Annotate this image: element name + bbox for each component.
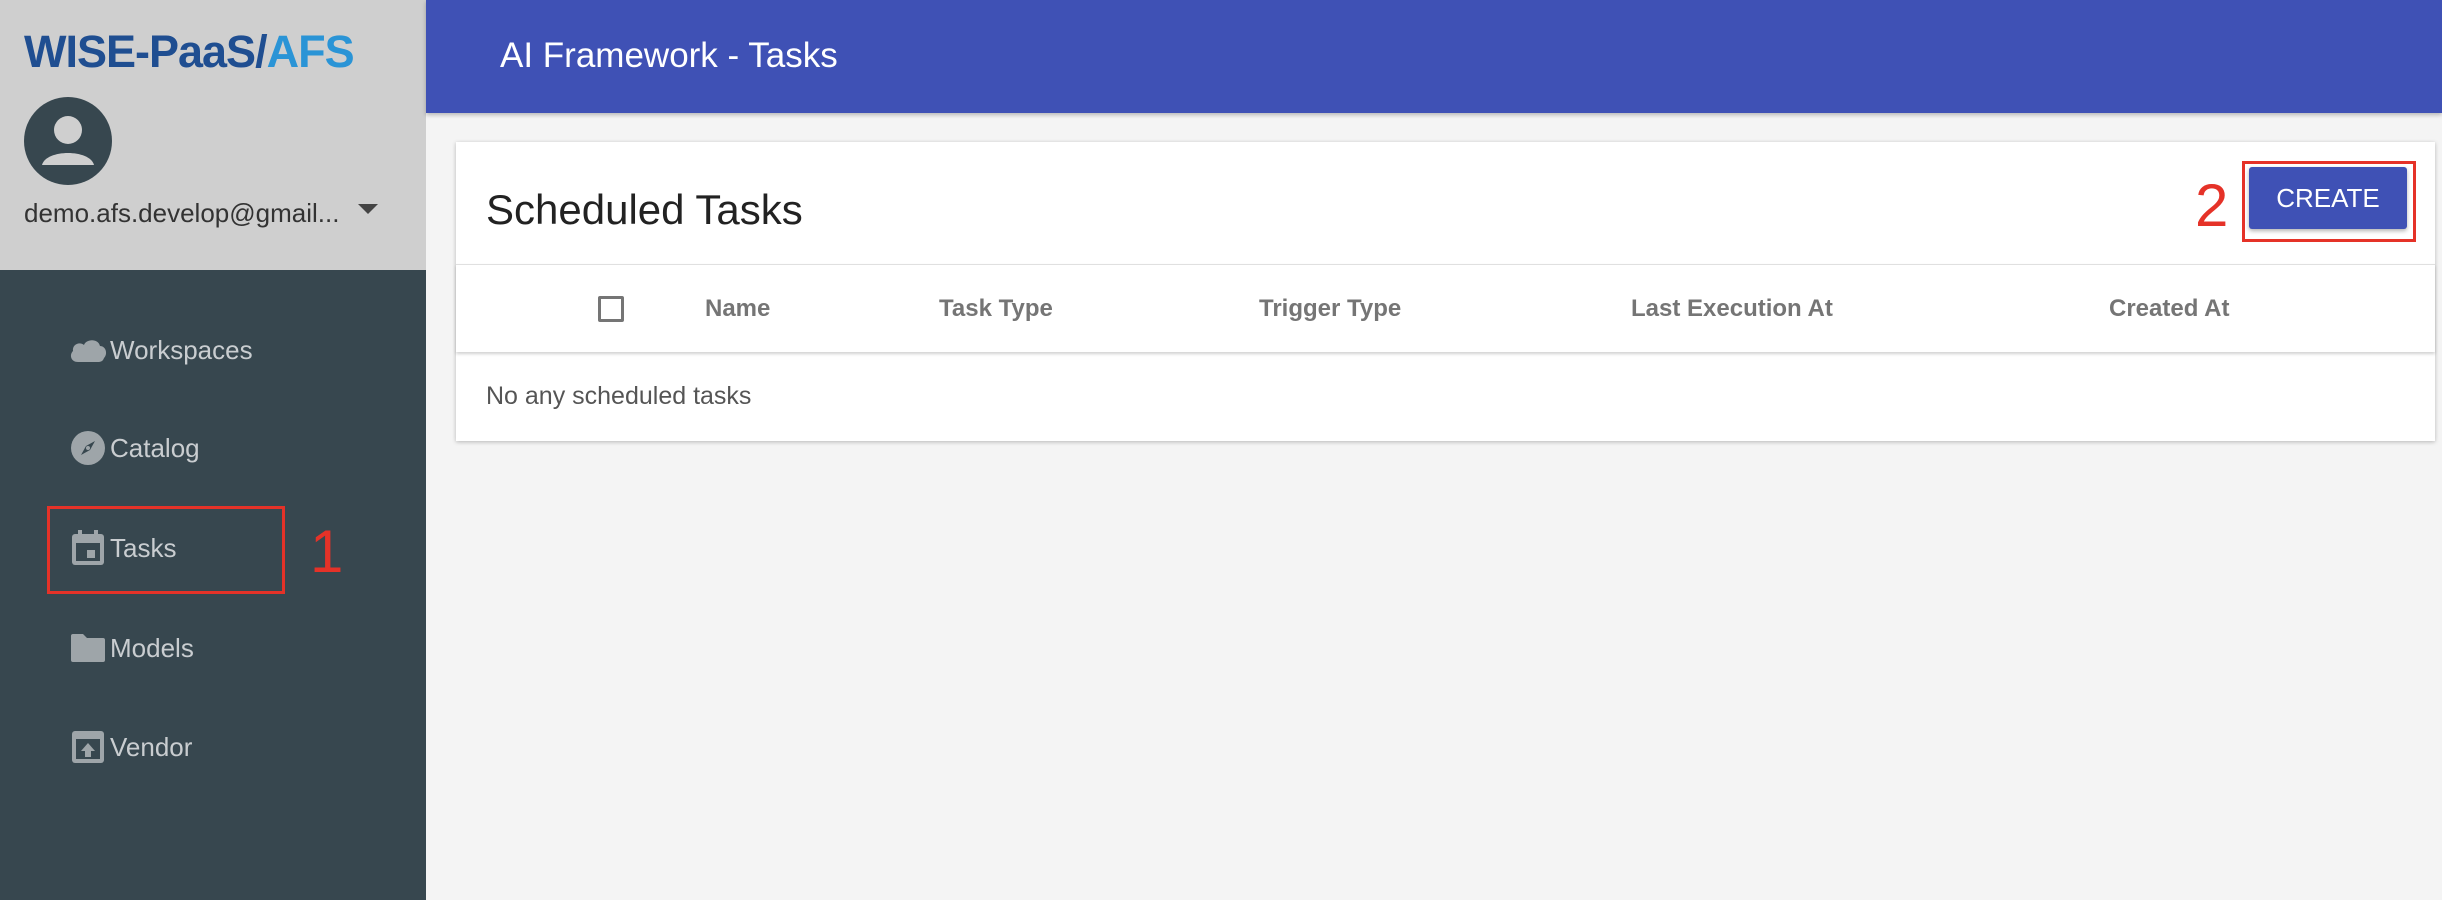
avatar-icon: [24, 97, 112, 185]
column-header-created-at[interactable]: Created At: [2109, 265, 2229, 353]
sidebar-header: WISE-PaaS/AFS demo.afs.develop@gmail...: [0, 0, 426, 270]
chevron-down-icon[interactable]: [358, 204, 378, 214]
sidebar-item-workspaces[interactable]: Workspaces: [68, 320, 253, 380]
select-all-checkbox[interactable]: [598, 296, 624, 322]
folder-icon: [68, 628, 108, 668]
user-email: demo.afs.develop@gmail...: [24, 197, 340, 228]
sidebar-item-label: Models: [110, 632, 194, 663]
brand-logo-primary: WISE-PaaS/: [24, 26, 268, 77]
sidebar-item-label: Catalog: [110, 432, 200, 463]
sidebar-item-models[interactable]: Models: [68, 618, 194, 678]
user-account[interactable]: demo.afs.develop@gmail...: [24, 196, 404, 230]
brand-logo-secondary: AFS: [266, 26, 355, 77]
upload-box-icon: [68, 727, 108, 767]
scheduled-tasks-card: Scheduled Tasks CREATE Name Task Type Tr…: [456, 142, 2435, 441]
column-header-trigger-type[interactable]: Trigger Type: [1259, 265, 1401, 353]
card-title: Scheduled Tasks: [486, 186, 803, 233]
compass-icon: [68, 428, 108, 468]
annotation-box-1: [47, 506, 285, 594]
sidebar: WISE-PaaS/AFS demo.afs.develop@gmail... …: [0, 0, 426, 900]
page-title: AI Framework - Tasks: [500, 36, 838, 75]
column-header-last-execution-at[interactable]: Last Execution At: [1631, 265, 1833, 353]
sidebar-item-catalog[interactable]: Catalog: [68, 418, 200, 478]
brand-logo: WISE-PaaS/AFS: [24, 26, 355, 78]
annotation-box-2: [2242, 161, 2416, 242]
app-bar: AI Framework - Tasks: [426, 0, 2442, 113]
annotation-number-2: 2: [2195, 172, 2229, 239]
empty-state-message: No any scheduled tasks: [486, 382, 752, 410]
column-header-task-type[interactable]: Task Type: [939, 265, 1053, 353]
sidebar-item-label: Vendor: [110, 731, 193, 762]
annotation-number-1: 1: [310, 518, 344, 585]
sidebar-item-label: Workspaces: [110, 334, 253, 365]
table-header: Name Task Type Trigger Type Last Executi…: [456, 264, 2435, 352]
cloud-icon: [68, 330, 108, 370]
column-header-name[interactable]: Name: [705, 265, 770, 353]
sidebar-item-vendor[interactable]: Vendor: [68, 717, 192, 777]
